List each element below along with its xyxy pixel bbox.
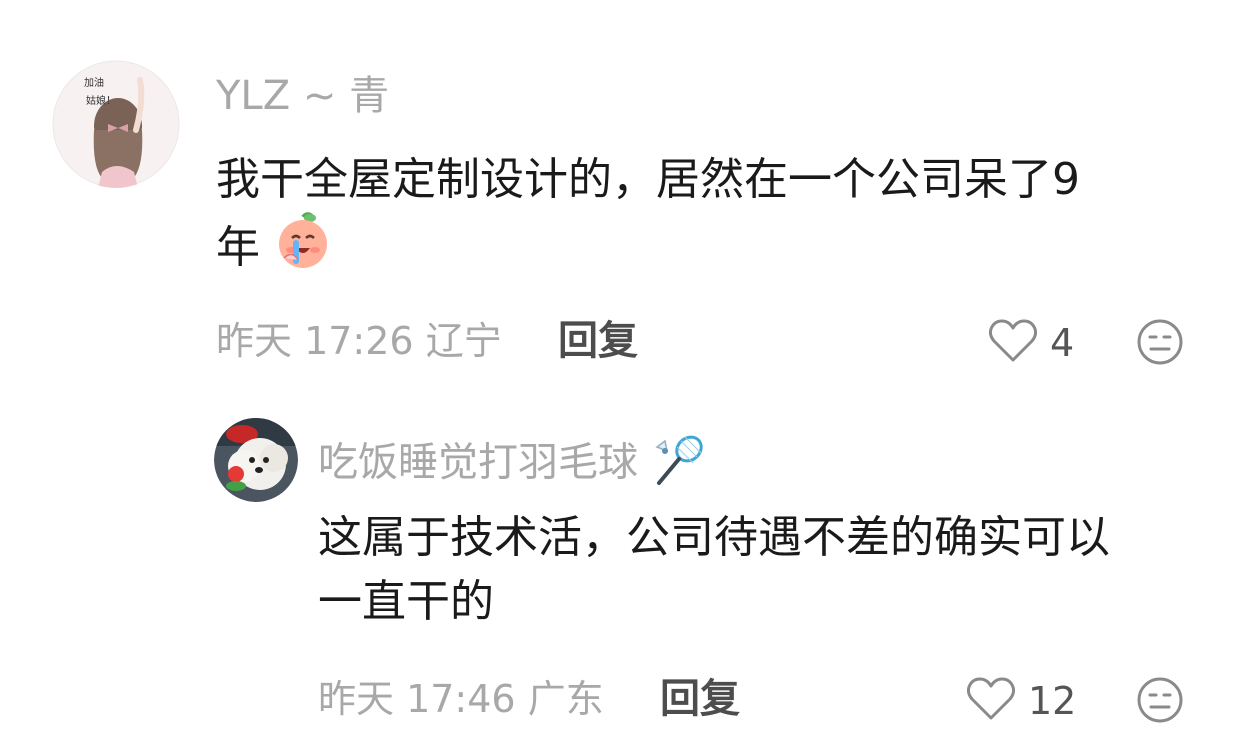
reply-button[interactable]: 回复: [660, 679, 740, 719]
like-button[interactable]: 4: [988, 318, 1074, 368]
comment-text-line: 我干全屋定制设计的，居然在一个公司呆了9: [216, 154, 1080, 205]
location: 广东: [527, 677, 604, 721]
comment-text-tail: 年: [216, 222, 260, 273]
badminton-icon: [651, 433, 707, 496]
dislike-button[interactable]: [1136, 318, 1184, 370]
avatar[interactable]: 加油 姑娘！: [52, 60, 180, 188]
crying-face-emoji: [274, 212, 332, 288]
comment-meta: 昨天 17:26 辽宁: [216, 322, 502, 360]
avatar[interactable]: [214, 418, 298, 502]
reply-button[interactable]: 回复: [558, 321, 638, 361]
reply-text-line: 这属于技术活，公司待遇不差的确实可以: [318, 512, 1110, 563]
dislike-button[interactable]: [1136, 676, 1184, 728]
reply-text: 这属于技术活，公司待遇不差的确实可以 一直干的: [318, 506, 1218, 634]
like-count: 12: [1028, 679, 1077, 723]
comment-text: 我干全屋定制设计的，居然在一个公司呆了9 年: [216, 148, 1206, 288]
username-text: 吃饭睡觉打羽毛球: [318, 439, 638, 486]
timestamp: 昨天 17:46: [318, 677, 516, 721]
reply-meta: 昨天 17:46 广东: [318, 680, 604, 718]
neutral-face-icon: [1136, 677, 1184, 728]
like-count: 4: [1050, 321, 1075, 365]
avatar-text-1: 加油: [84, 76, 104, 89]
username[interactable]: 吃饭睡觉打羽毛球: [318, 433, 707, 496]
location: 辽宁: [425, 319, 502, 363]
username[interactable]: YLZ ~ 青: [216, 76, 389, 116]
timestamp: 昨天 17:26: [216, 319, 414, 363]
like-button[interactable]: 12: [966, 676, 1076, 726]
neutral-face-icon: [1136, 319, 1184, 370]
comment-text-line: 年: [216, 212, 1206, 288]
heart-icon: [988, 318, 1038, 368]
avatar-text-2: 姑娘！: [86, 94, 116, 107]
reply-text-line: 一直干的: [318, 576, 494, 627]
heart-icon: [966, 676, 1016, 726]
